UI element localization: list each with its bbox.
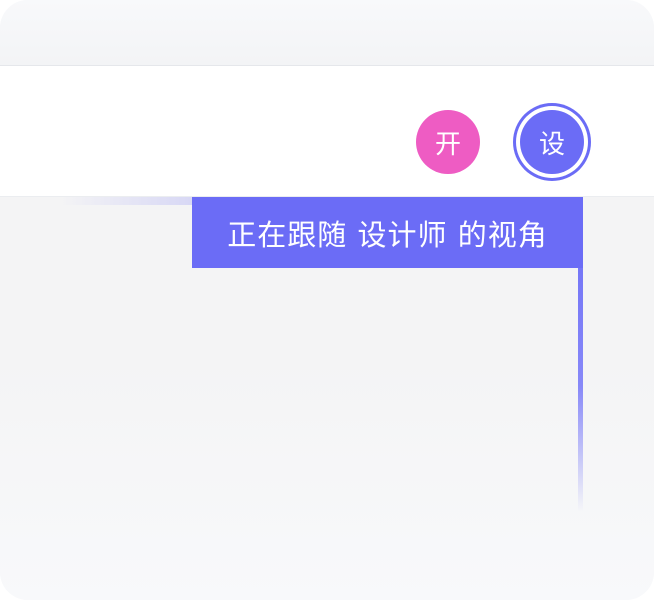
collaborator-avatar-designer-followed[interactable]: 设	[520, 110, 584, 174]
app-window: 开 设 正在跟随 设计师 的视角	[0, 0, 654, 600]
collaborator-avatar-open[interactable]: 开	[416, 110, 480, 174]
top-strip	[0, 0, 654, 66]
toolbar: 开 设	[0, 66, 654, 197]
following-viewport-banner: 正在跟随 设计师 的视角	[192, 197, 583, 268]
follow-frame-glow	[60, 197, 200, 205]
